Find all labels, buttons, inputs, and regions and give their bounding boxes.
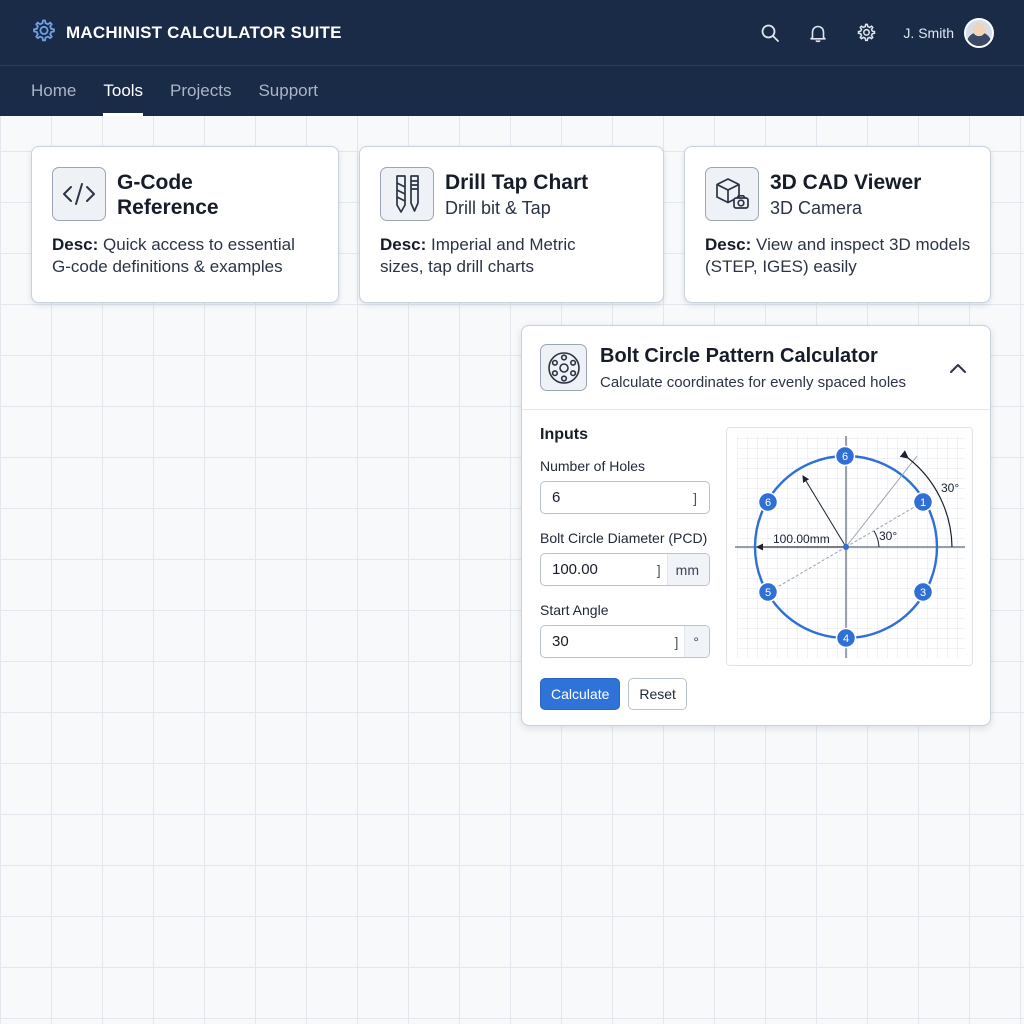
chevron-up-icon[interactable] [944, 354, 972, 382]
card-title: G-Code [117, 171, 193, 194]
desc-text: Imperial and Metric [431, 235, 576, 254]
pcd-label: Bolt Circle Diameter (PCD) [540, 530, 708, 546]
start-angle-label: Start Angle [540, 602, 609, 618]
hole-label: 5 [765, 587, 771, 599]
center-point [843, 544, 849, 550]
bolt-circle-icon [540, 344, 587, 391]
nav-projects[interactable]: Projects [170, 66, 231, 116]
outer-angle-label: 30° [941, 481, 959, 495]
hole-label: 6 [765, 497, 771, 509]
hole-marker-4[interactable]: 4 [835, 627, 857, 649]
hole-marker-3[interactable]: 3 [912, 581, 934, 603]
gear-icon [30, 17, 56, 48]
holes-field: ] [540, 481, 710, 514]
card-gcode-reference[interactable]: G-Code Reference Desc: Quick access to e… [31, 146, 339, 303]
button-row: Calculate Reset [540, 678, 712, 710]
card-drill-tap-chart[interactable]: Drill Tap Chart Drill bit & Tap Desc: Im… [359, 146, 664, 303]
pcd-input[interactable] [541, 554, 657, 585]
calculator-title: Bolt Circle Pattern Calculator [600, 344, 878, 367]
pcd-unit: mm [666, 554, 709, 585]
hole-label: 3 [920, 587, 926, 599]
start-angle-input[interactable] [541, 626, 675, 657]
desc-text-line2: (STEP, IGES) easily [705, 257, 857, 276]
card-title: Drill Tap Chart [445, 171, 589, 194]
hole-label: 1 [920, 497, 926, 509]
inputs-section: Inputs Number of Holes ] Bolt Circle Dia… [540, 426, 712, 710]
search-icon[interactable] [759, 22, 781, 44]
nav-home[interactable]: Home [31, 66, 76, 116]
diagram-svg: 100.00mm 30° 30° 6 1 6 5 3 4 [735, 436, 965, 658]
settings-gear-icon[interactable] [855, 22, 877, 44]
hole-marker-5[interactable]: 5 [757, 581, 779, 603]
calculate-button[interactable]: Calculate [540, 678, 621, 710]
calculator-subtitle: Calculate coordinates for evenly spaced … [600, 373, 907, 391]
pcd-field: ] mm [540, 553, 710, 586]
holes-bracket: ] [693, 489, 697, 506]
top-bar: MACHINIST CALCULATOR SUITE J. Smith [0, 0, 1024, 66]
desc-text-line2: sizes, tap drill charts [380, 257, 534, 276]
reset-button[interactable]: Reset [628, 678, 687, 710]
start-angle-field: ] ° [540, 625, 710, 658]
card-description: Desc: View and inspect 3D models (STEP, … [705, 234, 990, 278]
desc-text-line2: G-code definitions & examples [52, 257, 283, 276]
bolt-circle-diagram: 100.00mm 30° 30° 6 1 6 5 3 4 [726, 427, 973, 666]
cube-camera-icon [705, 167, 759, 221]
holes-input[interactable] [541, 482, 694, 513]
start-angle-unit: ° [684, 626, 709, 657]
hole-marker-1[interactable]: 1 [912, 491, 934, 513]
hole-label: 4 [843, 633, 849, 645]
desc-text: Quick access to essential [103, 235, 295, 254]
card-description: Desc: Imperial and Metric sizes, tap dri… [380, 234, 643, 278]
drill-tap-icon [380, 167, 434, 221]
card-subtitle: Drill bit & Tap [445, 198, 551, 218]
desc-label: Desc: [380, 235, 427, 254]
inputs-title: Inputs [540, 426, 588, 443]
desc-label: Desc: [52, 235, 99, 254]
card-title-line2: Reference [117, 196, 219, 219]
nav-support[interactable]: Support [258, 66, 318, 116]
nav-tools[interactable]: Tools [103, 66, 143, 116]
hole-marker-top[interactable]: 6 [834, 445, 856, 467]
code-icon [52, 167, 106, 221]
calculator-header: Bolt Circle Pattern Calculator Calculate… [522, 326, 990, 410]
bell-icon[interactable] [807, 22, 829, 44]
hole-marker-6[interactable]: 6 [757, 491, 779, 513]
app-title: MACHINIST CALCULATOR SUITE [66, 22, 342, 42]
main-nav: Home Tools Projects Support [0, 66, 1024, 116]
card-description: Desc: Quick access to essential G-code d… [52, 234, 318, 278]
holes-label: Number of Holes [540, 458, 646, 474]
bolt-circle-calculator-panel: Bolt Circle Pattern Calculator Calculate… [521, 325, 991, 726]
card-3d-cad-viewer[interactable]: 3D CAD Viewer 3D Camera Desc: View and i… [684, 146, 991, 303]
user-menu[interactable]: J. Smith [903, 17, 994, 48]
hole-label: 6 [842, 451, 848, 463]
user-name: J. Smith [903, 24, 954, 41]
diameter-label: 100.00mm [773, 532, 830, 546]
top-actions: J. Smith [759, 17, 994, 48]
inner-angle-label: 30° [879, 529, 897, 543]
desc-text: View and inspect 3D models [756, 235, 971, 254]
card-title: 3D CAD Viewer [770, 171, 922, 194]
start-angle-bracket: ] [674, 633, 679, 650]
avatar [964, 17, 994, 48]
card-subtitle: 3D Camera [770, 198, 863, 218]
brand[interactable]: MACHINIST CALCULATOR SUITE [30, 17, 342, 48]
pcd-bracket: ] [656, 561, 661, 578]
desc-label: Desc: [705, 235, 752, 254]
